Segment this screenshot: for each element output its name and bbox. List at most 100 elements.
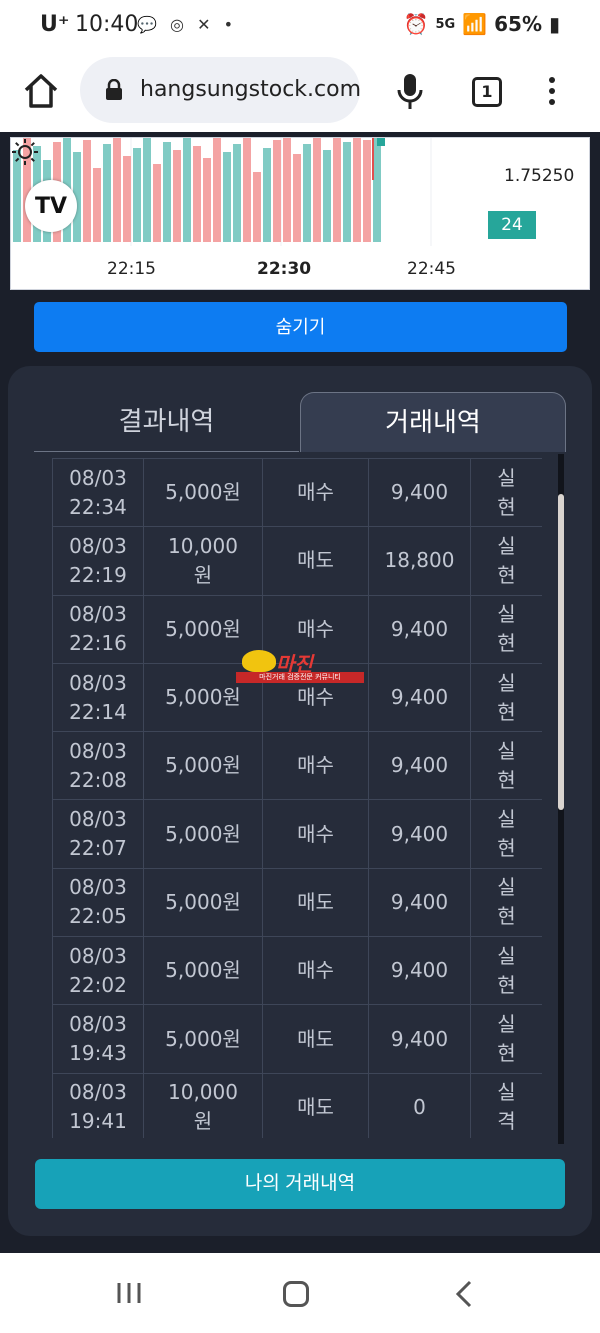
candle-bar [253, 172, 261, 242]
candle-bar [263, 148, 271, 242]
trade-time: 22:02 [69, 972, 127, 997]
trade-date: 08/03 [69, 533, 127, 558]
alarm-icon: ⏰ [403, 12, 429, 36]
x-tick-3: 22:45 [407, 259, 456, 279]
trade-status: 실현 [470, 662, 542, 733]
trade-amount: 10,000원 [143, 1072, 263, 1138]
trade-price: 9,400 [368, 799, 471, 869]
status-bar: U⁺ 10:40 💬 ◎ ✕ • ⏰ 5G 📶 65% ▮ [0, 0, 600, 52]
trade-time: 19:43 [69, 1041, 127, 1066]
table-row: 08/03 22:08 5,000원 매수 9,400 실현 [52, 731, 542, 801]
trade-price: 0 [368, 1072, 471, 1138]
trade-side: 매수 [262, 458, 369, 528]
candle-bar [103, 144, 111, 242]
link-icon: ◎ [170, 15, 184, 34]
trade-time: 22:14 [69, 699, 127, 724]
table-row: 08/03 22:19 10,000원 매도 18,800 실현 [52, 526, 542, 596]
trade-date: 08/03 [69, 1080, 127, 1105]
trade-price: 9,400 [368, 594, 471, 664]
home-icon[interactable] [22, 72, 60, 110]
trade-time: 22:34 [69, 494, 127, 519]
trade-status: 실격 [470, 1072, 542, 1138]
trade-time: 22:08 [69, 767, 127, 792]
candle-bar [123, 156, 131, 242]
trade-side: 매도 [262, 526, 369, 596]
recent-apps-icon[interactable] [116, 1281, 142, 1305]
history-panel: 결과내역 거래내역 08/03 22:34 5,000원 매수 9,400 실현 08/03… [8, 366, 592, 1236]
trade-status: 실현 [470, 936, 542, 1006]
my-trades-button[interactable]: 나의 거래내역 [35, 1159, 565, 1209]
trade-amount: 10,000원 [143, 526, 263, 596]
x-icon: ✕ [197, 15, 211, 34]
back-icon[interactable] [452, 1279, 476, 1309]
trade-amount: 5,000원 [143, 1004, 263, 1074]
trade-amount: 5,000원 [143, 458, 263, 528]
trade-amount: 5,000원 [143, 936, 263, 1006]
candle-bar [373, 138, 381, 242]
talk-icon: 💬 [137, 15, 157, 34]
theme-sun-icon[interactable] [11, 138, 39, 166]
candle-bar [353, 138, 361, 242]
mic-icon[interactable] [395, 72, 425, 112]
trade-price: 9,400 [368, 1004, 471, 1074]
candle-bar [193, 146, 201, 242]
lock-icon [106, 79, 122, 100]
table-row: 08/03 22:02 5,000원 매수 9,400 실현 [52, 936, 542, 1006]
last-candle [377, 138, 385, 146]
trade-date: 08/03 [69, 738, 127, 763]
trade-time: 22:19 [69, 562, 127, 587]
x-tick-2: 22:30 [257, 259, 312, 279]
trade-side: 매도 [262, 867, 369, 938]
candle-bar [323, 150, 331, 242]
trade-date: 08/03 [69, 670, 127, 695]
trade-status: 실현 [470, 1004, 542, 1074]
address-bar[interactable]: hangsungstock.com [80, 57, 361, 123]
trade-datetime: 08/03 22:19 [52, 526, 144, 596]
x-tick-1: 22:15 [107, 259, 156, 279]
nav-home-icon[interactable] [283, 1281, 309, 1307]
trades-table-container[interactable]: 08/03 22:34 5,000원 매수 9,400 실현 08/03 22:19 10,00… [52, 458, 542, 1138]
candle-bar [133, 148, 141, 242]
trade-side: 매수 [262, 936, 369, 1006]
tab-switcher-button[interactable]: 1 [472, 77, 502, 107]
candle-bar [293, 154, 301, 242]
trade-time: 22:05 [69, 904, 127, 929]
price-chart[interactable]: TV 1.75250 24 22:15 22:30 22:45 [10, 137, 590, 290]
trade-amount: 5,000원 [143, 731, 263, 801]
status-right: ⏰ 5G 📶 65% ▮ [397, 12, 560, 36]
price-label: 1.75250 [504, 166, 575, 186]
tab-trades[interactable]: 거래내역 [300, 392, 566, 452]
candle-bar [163, 142, 171, 242]
eagle-badge-icon [242, 650, 276, 672]
candle-bar [283, 138, 291, 242]
table-row: 08/03 22:05 5,000원 매도 9,400 실현 [52, 867, 542, 938]
trade-status: 실현 [470, 867, 542, 938]
trade-side: 매수 [262, 731, 369, 801]
count-badge: 24 [488, 211, 536, 239]
trade-datetime: 08/03 22:14 [52, 662, 144, 733]
trade-side: 매도 [262, 1072, 369, 1138]
trade-amount: 5,000원 [143, 799, 263, 869]
trade-status: 실현 [470, 731, 542, 801]
trade-date: 08/03 [69, 943, 127, 968]
scrollbar-thumb[interactable] [558, 494, 564, 810]
candle-bar [303, 144, 311, 242]
candle-bar [233, 144, 241, 242]
table-row: 08/03 19:41 10,000원 매도 0 실격 [52, 1072, 542, 1138]
more-menu-icon[interactable] [545, 74, 559, 110]
dot-icon: • [223, 15, 234, 34]
trade-price: 9,400 [368, 731, 471, 801]
tab-results[interactable]: 결과내역 [34, 392, 299, 452]
trade-time: 22:07 [69, 836, 127, 861]
trade-datetime: 08/03 22:08 [52, 731, 144, 801]
trade-date: 08/03 [69, 807, 127, 832]
trade-side: 매도 [262, 1004, 369, 1074]
hide-chart-button[interactable]: 숨기기 [34, 302, 567, 352]
candle-bar [273, 140, 281, 242]
table-row: 08/03 22:34 5,000원 매수 9,400 실현 [52, 458, 542, 528]
table-row: 08/03 22:07 5,000원 매수 9,400 실현 [52, 799, 542, 869]
trade-price: 9,400 [368, 936, 471, 1006]
trade-status: 실현 [470, 799, 542, 869]
trade-datetime: 08/03 22:07 [52, 799, 144, 869]
trade-datetime: 08/03 22:05 [52, 867, 144, 938]
